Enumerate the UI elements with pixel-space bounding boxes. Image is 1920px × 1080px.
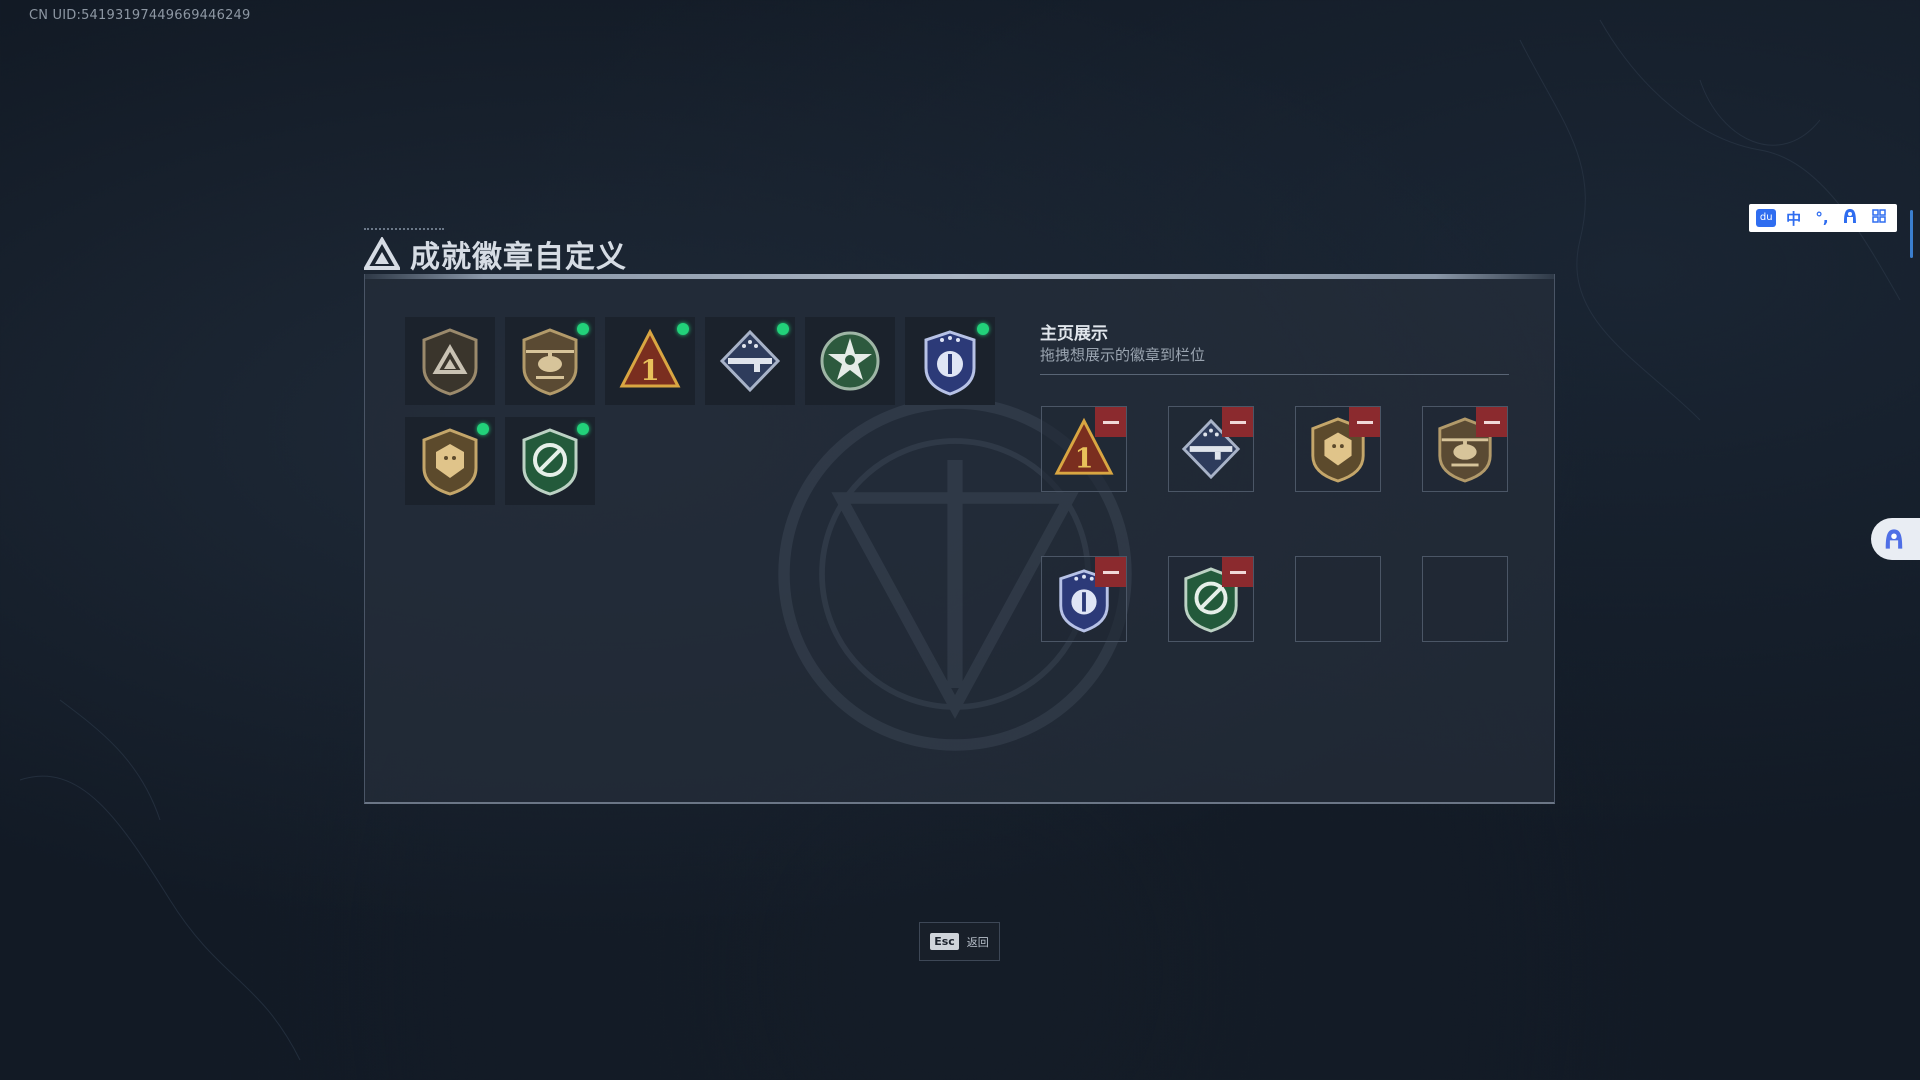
back-button[interactable]: Esc 返回 (919, 922, 1000, 961)
display-slot[interactable] (1422, 406, 1508, 492)
green-wrench-badge-icon (522, 428, 578, 496)
grid-icon (1872, 209, 1886, 223)
badge-panel: 1 主页展示 拖拽想展示的徽章到栏位 1 (364, 274, 1555, 804)
owned-badge[interactable] (505, 317, 595, 405)
edge-scroll-indicator (1910, 210, 1913, 258)
side-assistant-button[interactable] (1871, 518, 1920, 560)
divider (1040, 374, 1509, 375)
page-title: 成就徽章自定义 (410, 240, 627, 275)
remove-badge-button[interactable] (1095, 557, 1126, 587)
display-slot-grid: 1 (1041, 406, 1508, 642)
assistant-icon (1844, 209, 1857, 223)
owned-badge[interactable] (905, 317, 995, 405)
owned-badge-grid: 1 (405, 317, 995, 505)
new-indicator (477, 423, 489, 435)
remove-badge-button[interactable] (1222, 407, 1253, 437)
minus-icon (1229, 420, 1246, 424)
lion-shield-badge-icon (422, 428, 478, 496)
owned-badge[interactable] (705, 317, 795, 405)
minus-icon (1102, 420, 1119, 424)
display-instructions: 拖拽想展示的徽章到栏位 (1040, 346, 1206, 364)
owned-badge[interactable] (405, 417, 495, 505)
svg-text:1: 1 (1075, 443, 1094, 474)
rifle-diamond-badge-icon (719, 329, 781, 393)
rank-one-badge-icon: 1 (619, 328, 681, 388)
svg-text:1: 1 (640, 354, 659, 387)
display-slot[interactable] (1295, 406, 1381, 492)
new-indicator (577, 323, 589, 335)
minus-icon (1356, 420, 1373, 424)
triangle-logo-icon (364, 237, 400, 270)
triangle-shield-badge-icon (422, 328, 478, 396)
new-indicator (777, 323, 789, 335)
ime-tools-button[interactable] (1868, 209, 1890, 227)
minus-icon (1483, 420, 1500, 424)
green-star-badge-icon (820, 331, 880, 391)
assistant-icon (1885, 529, 1903, 549)
page-header: 成就徽章自定义 (364, 232, 627, 276)
blue-eagle-badge-icon (924, 330, 976, 396)
owned-badge[interactable]: 1 (605, 317, 695, 405)
esc-key-label: Esc (930, 933, 959, 950)
ime-logo-icon[interactable]: du (1756, 209, 1777, 227)
new-indicator (577, 423, 589, 435)
display-slot[interactable] (1041, 556, 1127, 642)
ime-toolbar: du 中 °, (1749, 204, 1897, 232)
remove-badge-button[interactable] (1349, 407, 1380, 437)
remove-badge-button[interactable] (1095, 407, 1126, 437)
display-slot[interactable] (1168, 556, 1254, 642)
owned-badge[interactable] (405, 317, 495, 405)
helicopter-badge-icon (522, 328, 578, 396)
empty-display-slot[interactable] (1295, 556, 1381, 642)
display-slot[interactable] (1168, 406, 1254, 492)
new-indicator (977, 323, 989, 335)
owned-badge[interactable] (505, 417, 595, 505)
back-label: 返回 (966, 935, 989, 949)
empty-display-slot[interactable] (1422, 556, 1508, 642)
remove-badge-button[interactable] (1476, 407, 1507, 437)
owned-badge[interactable] (805, 317, 895, 405)
ime-language-toggle[interactable]: 中 (1783, 208, 1805, 229)
minus-icon (1229, 570, 1246, 574)
minus-icon (1102, 570, 1119, 574)
ime-assistant-icon[interactable] (1839, 208, 1861, 228)
display-slot[interactable]: 1 (1041, 406, 1127, 492)
display-heading: 主页展示 (1040, 324, 1108, 344)
remove-badge-button[interactable] (1222, 557, 1253, 587)
new-indicator (677, 323, 689, 335)
ime-punctuation-toggle[interactable]: °, (1811, 209, 1833, 227)
player-uid: CN UID:5419319744966944624​9 (29, 8, 251, 23)
